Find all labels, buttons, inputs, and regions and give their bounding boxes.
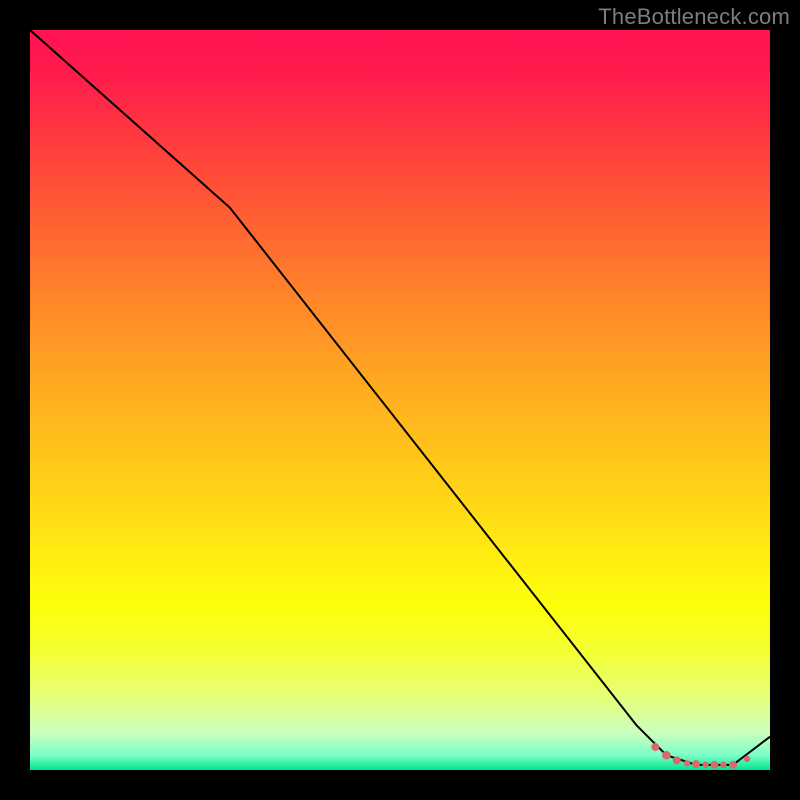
plot-area <box>30 30 770 770</box>
background-gradient <box>30 30 770 770</box>
chart-stage: TheBottleneck.com <box>0 0 800 800</box>
watermark-text: TheBottleneck.com <box>598 4 790 30</box>
